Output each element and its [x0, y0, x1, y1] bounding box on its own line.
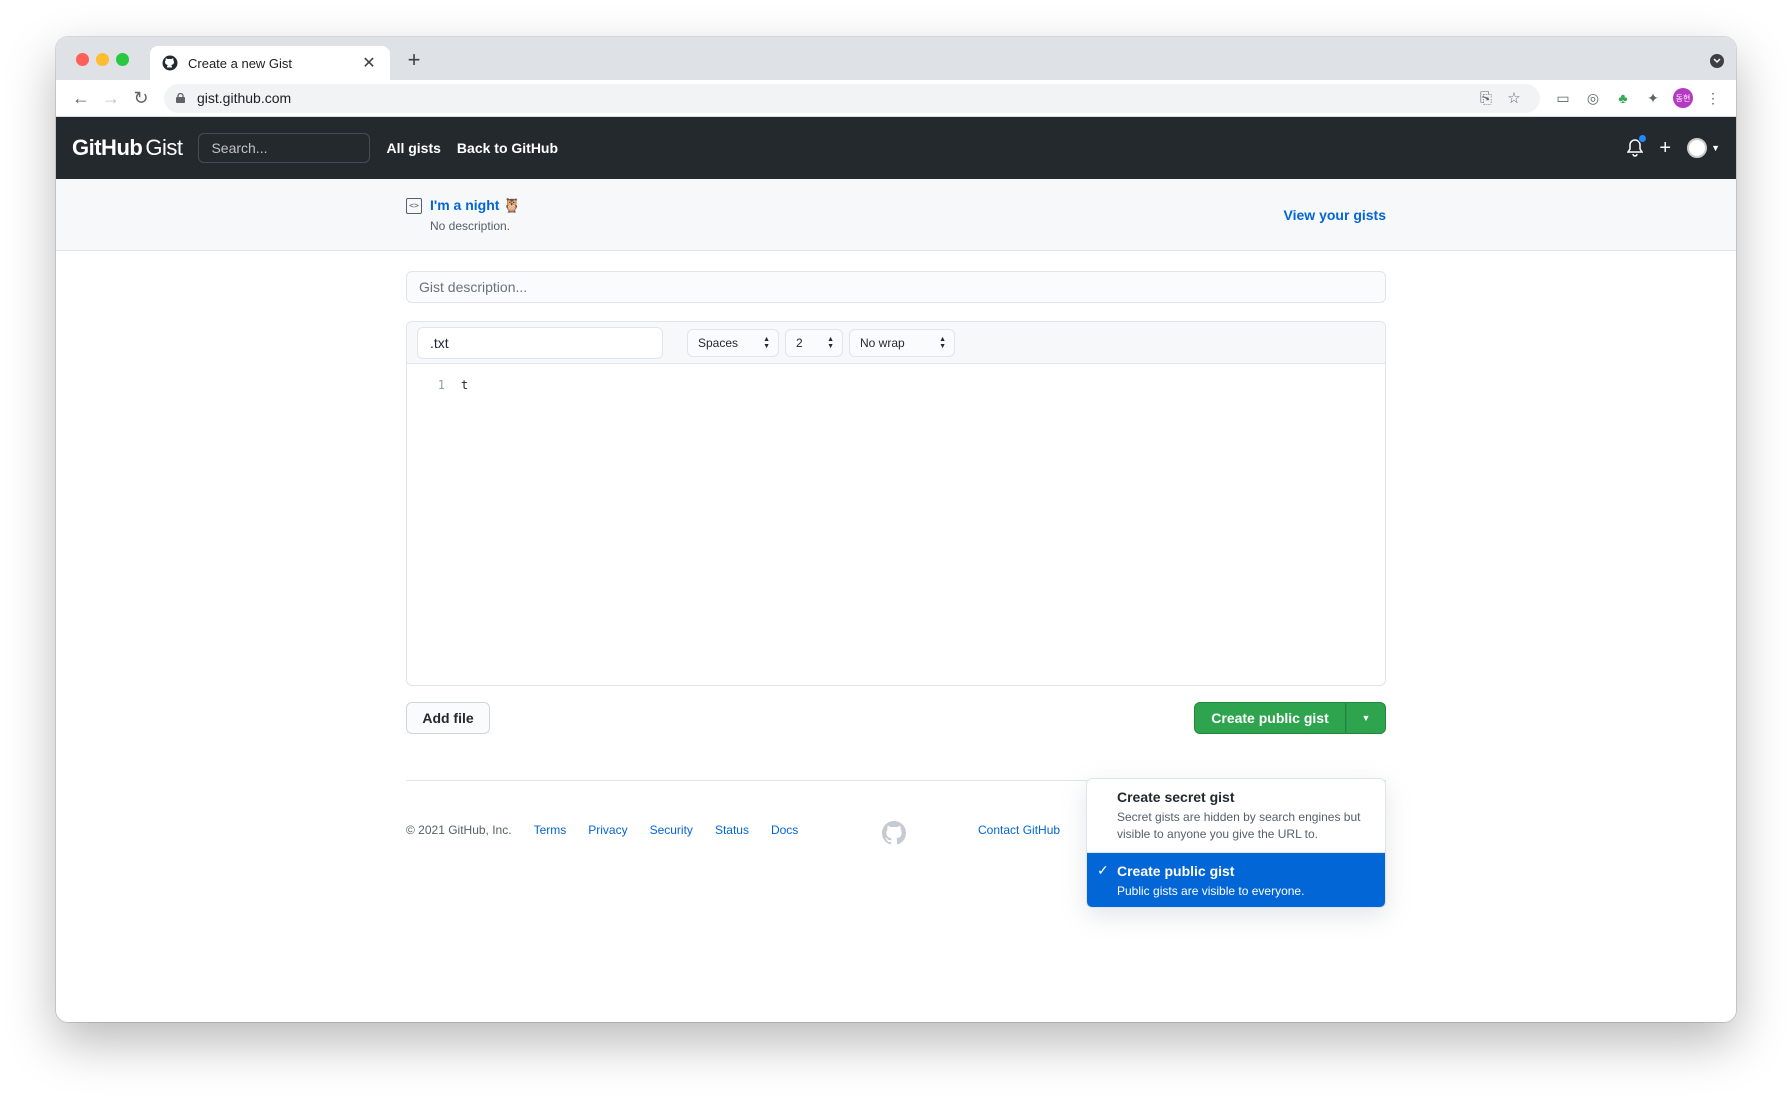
- gist-description: No description.: [430, 219, 511, 233]
- line-number: 1: [437, 378, 445, 392]
- footer-link-privacy[interactable]: Privacy: [588, 823, 627, 837]
- kebab-menu-icon[interactable]: ⋮: [1698, 83, 1728, 113]
- logo-github-text: GitHub: [72, 135, 143, 160]
- tab-title: Create a new Gist: [188, 55, 293, 71]
- profile-button[interactable]: 동현: [1668, 83, 1698, 113]
- caret-down-icon[interactable]: ▼: [1711, 143, 1720, 153]
- code-editor[interactable]: 1 t: [407, 364, 1385, 392]
- file-editor-box: Spaces ▲▼ 2 ▲▼ No wrap ▲▼ 1 t: [406, 321, 1386, 686]
- page-content: GitHub Gist All gists Back to GitHub + ▼…: [56, 117, 1736, 1022]
- tab-search-icon[interactable]: [1710, 54, 1724, 68]
- logo-gist-text: Gist: [145, 135, 183, 160]
- wrap-mode-value: No wrap: [860, 335, 905, 350]
- footer-link-docs[interactable]: Docs: [771, 823, 798, 837]
- bookmark-star-icon[interactable]: ☆: [1500, 89, 1528, 107]
- back-arrow-icon[interactable]: ←: [66, 83, 96, 113]
- nav-back-to-github[interactable]: Back to GitHub: [457, 140, 558, 156]
- lock-icon: [176, 93, 185, 103]
- translate-icon[interactable]: ⎘: [1472, 90, 1500, 107]
- footer-copyright: © 2021 GitHub, Inc.: [406, 823, 512, 837]
- extension-circle-icon[interactable]: ◎: [1578, 83, 1608, 113]
- header-actions: + ▼: [1625, 134, 1720, 160]
- notification-unread-dot: [1638, 134, 1648, 143]
- plus-icon[interactable]: +: [1659, 137, 1671, 160]
- search-input[interactable]: [198, 133, 371, 163]
- file-header: Spaces ▲▼ 2 ▲▼ No wrap ▲▼: [407, 322, 1385, 364]
- gist-title-link[interactable]: I'm a night 🦉: [430, 197, 521, 214]
- indent-size-value: 2: [796, 335, 803, 350]
- maximize-window-button[interactable]: [116, 53, 129, 66]
- gist-form: Spaces ▲▼ 2 ▲▼ No wrap ▲▼ 1 t: [406, 271, 1386, 734]
- user-avatar[interactable]: [1687, 138, 1708, 158]
- github-gist-logo[interactable]: GitHub Gist: [72, 135, 183, 161]
- wrap-mode-select[interactable]: No wrap ▲ ▼: [849, 328, 955, 357]
- address-bar[interactable]: gist.github.com ⎘ ☆: [164, 83, 1540, 113]
- nav-all-gists[interactable]: All gists: [386, 140, 440, 156]
- option-description: Secret gists are hidden by search engine…: [1117, 810, 1361, 841]
- browser-tab[interactable]: Create a new Gist ✕: [150, 46, 390, 80]
- option-title: Create secret gist: [1117, 789, 1235, 805]
- forward-arrow-icon[interactable]: →: [96, 83, 126, 113]
- browser-window: Create a new Gist ✕ + ← → ↻ gist.github.…: [56, 37, 1736, 1022]
- filename-input[interactable]: [417, 326, 663, 359]
- gist-subhead: <> I'm a night 🦉 No description. View yo…: [56, 179, 1736, 251]
- indent-mode-select[interactable]: Spaces ▲ ▼: [687, 328, 779, 357]
- view-your-gists-link[interactable]: View your gists: [1284, 207, 1386, 223]
- create-options-caret-icon[interactable]: ▼: [1346, 702, 1386, 734]
- url-text: gist.github.com: [197, 90, 292, 106]
- code-square-icon: <>: [406, 197, 422, 214]
- create-secret-gist-option[interactable]: Create secret gist Secret gists are hidd…: [1087, 779, 1385, 853]
- checkmark-icon: ✓: [1097, 862, 1109, 878]
- profile-avatar: 동현: [1673, 88, 1693, 108]
- close-window-button[interactable]: [76, 53, 89, 66]
- option-title: Create public gist: [1117, 863, 1235, 879]
- select-arrows-icon: ▲ ▼: [939, 335, 946, 350]
- footer-link-terms[interactable]: Terms: [534, 823, 567, 837]
- indent-mode-value: Spaces: [698, 335, 739, 350]
- puzzle-icon[interactable]: ✦: [1638, 83, 1668, 113]
- github-favicon-icon: [162, 55, 178, 71]
- select-arrows-icon: ▲ ▼: [763, 335, 770, 350]
- add-file-button[interactable]: Add file: [406, 702, 490, 734]
- create-gist-button-group: Create public gist ▼: [1194, 702, 1386, 734]
- code-line[interactable]: t: [445, 378, 468, 392]
- create-options-dropdown: Create secret gist Secret gists are hidd…: [1086, 778, 1386, 908]
- github-mark-icon[interactable]: [882, 821, 907, 845]
- create-public-gist-option[interactable]: ✓ Create public gist Public gists are vi…: [1087, 853, 1385, 907]
- extension-green-icon[interactable]: ♣: [1608, 83, 1638, 113]
- footer-contact-github[interactable]: Contact GitHub: [978, 823, 1060, 837]
- indent-size-select[interactable]: 2 ▲ ▼: [785, 328, 843, 357]
- form-actions: Add file Create public gist ▼: [406, 702, 1386, 734]
- gist-description-input[interactable]: [406, 271, 1386, 303]
- new-tab-icon[interactable]: +: [402, 48, 426, 72]
- create-public-gist-button[interactable]: Create public gist: [1194, 702, 1346, 734]
- notification-bell-icon[interactable]: [1625, 134, 1648, 158]
- reload-icon[interactable]: ↻: [126, 83, 156, 113]
- gist-header: GitHub Gist All gists Back to GitHub + ▼: [56, 117, 1736, 179]
- footer-link-status[interactable]: Status: [715, 823, 749, 837]
- tab-close-icon[interactable]: ✕: [360, 53, 378, 73]
- cast-icon[interactable]: ▭: [1548, 83, 1578, 113]
- option-description: Public gists are visible to everyone.: [1117, 884, 1305, 898]
- minimize-window-button[interactable]: [96, 53, 109, 66]
- browser-toolbar: ← → ↻ gist.github.com ⎘ ☆ ▭ ◎ ♣ ✦ 동현 ⋮: [56, 80, 1736, 117]
- footer-link-security[interactable]: Security: [650, 823, 693, 837]
- extension-bar: ▭ ◎ ♣ ✦ 동현 ⋮: [1548, 83, 1728, 113]
- tab-strip: Create a new Gist ✕ +: [56, 37, 1736, 80]
- select-arrows-icon: ▲ ▼: [827, 335, 834, 350]
